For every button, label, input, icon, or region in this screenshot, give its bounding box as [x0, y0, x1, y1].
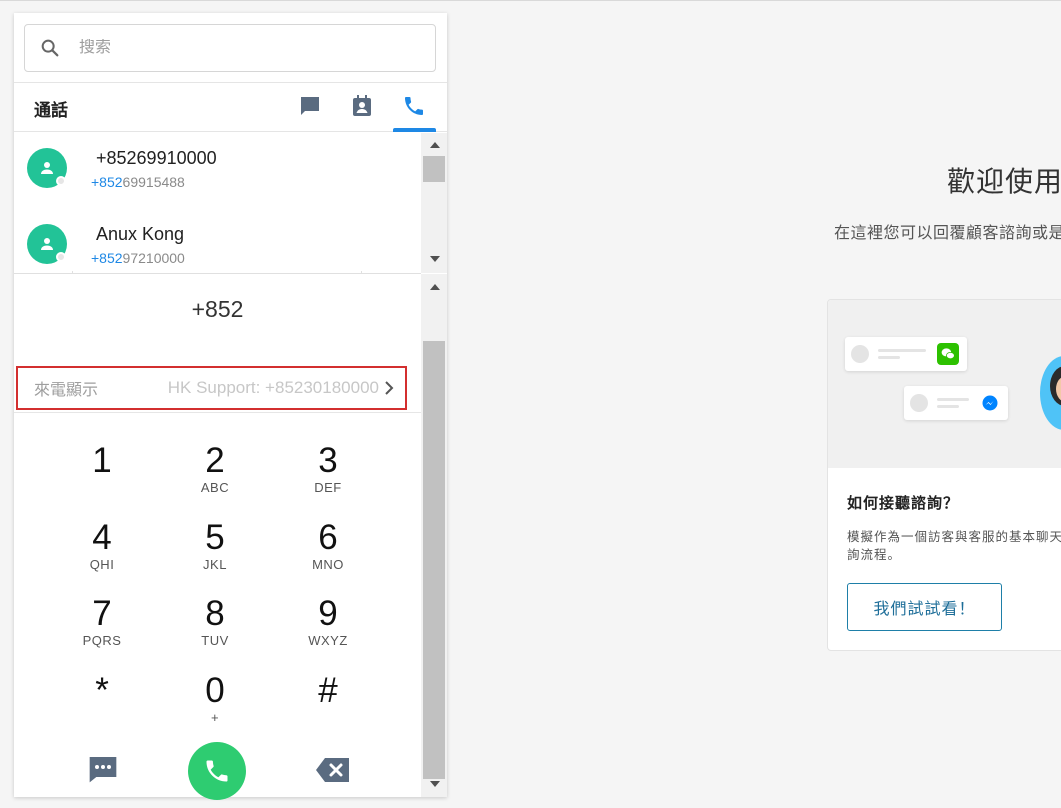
bubble-line — [937, 405, 959, 408]
caller-id-selector[interactable]: 來電顯示 HK Support: +85230180000 — [16, 366, 407, 410]
active-tab-indicator — [393, 128, 436, 132]
phone-number: 97210000 — [122, 250, 185, 266]
key-6[interactable]: 6 MNO — [288, 519, 368, 585]
search-box[interactable] — [24, 24, 436, 72]
scroll-up-icon[interactable] — [430, 142, 440, 148]
chevron-right-icon — [383, 380, 395, 401]
phone-panel: 通話 +85269910000 +85269915488 Anux Kong — [14, 13, 447, 800]
welcome-subtitle: 在這裡您可以回覆顧客諮詢或是 — [834, 225, 1061, 242]
top-border — [0, 0, 1061, 1]
bubble-line — [937, 398, 969, 401]
chat-icon[interactable] — [297, 93, 323, 119]
key-9[interactable]: 9 WXYZ — [288, 595, 368, 661]
divider — [14, 412, 421, 413]
key-letters: WXYZ — [308, 633, 348, 648]
key-letters: DEF — [314, 480, 342, 495]
contacts-icon[interactable] — [349, 93, 375, 119]
backspace-button[interactable] — [314, 756, 352, 784]
key-3[interactable]: 3 DEF — [288, 442, 368, 508]
sms-button[interactable] — [86, 754, 120, 784]
key-digit: 2 — [205, 441, 225, 480]
key-letters: TUV — [201, 633, 229, 648]
card-description: 模擬作為一個訪客與客服的基本聊天諮詢流程。 — [847, 530, 1061, 562]
contact-name: Anux Kong — [96, 224, 185, 244]
bubble-line — [878, 356, 900, 359]
scroll-up-icon[interactable] — [430, 284, 440, 290]
bubble-avatar — [851, 345, 869, 363]
contact-list: +85269910000 +85269915488 Anux Kong +852… — [14, 133, 421, 273]
call-button[interactable] — [188, 742, 246, 800]
scroll-down-icon[interactable] — [430, 781, 440, 787]
dial-number-display[interactable]: +852 — [14, 296, 421, 323]
key-5[interactable]: 5 JKL — [175, 519, 255, 585]
key-digit: 6 — [318, 518, 338, 557]
key-digit: 5 — [205, 518, 225, 557]
key-letters: JKL — [203, 557, 227, 572]
key-digit: 9 — [318, 594, 338, 633]
country-code: +852 — [91, 250, 123, 266]
presence-dot — [56, 252, 66, 262]
phone-icon — [206, 760, 228, 782]
sms-icon — [89, 757, 117, 783]
search-input[interactable] — [79, 39, 399, 57]
search-icon — [41, 39, 59, 57]
backspace-icon — [316, 758, 349, 782]
contact-phone: +85269915488 — [91, 174, 185, 190]
key-2[interactable]: 2 ABC — [175, 442, 255, 508]
key-letters: PQRS — [82, 633, 122, 648]
tutorial-card: 如何接聽諮詢？ 模擬作為一個訪客與客服的基本聊天諮詢流程。 我們試試看！ — [827, 299, 1061, 651]
key-4[interactable]: 4 QHI — [62, 519, 142, 585]
key-digit: * — [95, 671, 109, 710]
bubble-line — [878, 349, 926, 352]
key-letters: MNO — [312, 557, 344, 572]
caller-id-value: HK Support: +85230180000 — [167, 378, 379, 397]
key-digit: # — [318, 671, 338, 710]
caller-id-label: 來電顯示 — [34, 382, 99, 399]
scrollbar-thumb[interactable] — [423, 341, 445, 779]
scroll-down-icon[interactable] — [430, 256, 440, 262]
messenger-icon — [982, 395, 998, 411]
dialer: +852 來電顯示 HK Support: +85230180000 1 2 AB… — [14, 274, 421, 800]
welcome-title: 歡迎使用 — [947, 166, 1061, 197]
person-icon — [41, 238, 53, 250]
key-digit: 0 — [205, 671, 225, 710]
key-star[interactable]: * — [62, 672, 142, 738]
person-icon — [41, 162, 53, 174]
key-7[interactable]: 7 PQRS — [62, 595, 142, 661]
contact-phone: +85297210000 — [91, 250, 185, 266]
key-digit: 4 — [92, 518, 112, 557]
phone-icon[interactable] — [401, 93, 427, 119]
key-letters: QHI — [89, 557, 115, 572]
chat-bubble — [904, 386, 1008, 420]
try-it-button[interactable]: 我們試試看！ — [847, 583, 1002, 631]
dialer-scrollbar[interactable] — [421, 274, 447, 797]
country-code: +852 — [91, 174, 123, 190]
key-hash[interactable]: # — [288, 672, 368, 738]
phone-number: 69915488 — [122, 174, 185, 190]
presence-dot — [56, 176, 66, 186]
key-digit: 1 — [92, 441, 112, 480]
key-digit: 3 — [318, 441, 338, 480]
list-item[interactable]: Anux Kong +85297210000 — [14, 209, 421, 273]
key-letters: + — [210, 710, 220, 725]
contact-name: +85269910000 — [96, 148, 217, 168]
contact-list-scrollbar[interactable] — [421, 133, 447, 273]
scrollbar-thumb[interactable] — [423, 156, 445, 182]
key-1[interactable]: 1 — [62, 442, 142, 508]
key-digit: 7 — [92, 594, 112, 633]
page-title: 通話 — [34, 101, 68, 120]
key-digit: 8 — [205, 594, 225, 633]
card-title: 如何接聽諮詢？ — [847, 495, 960, 512]
chat-illustration — [828, 300, 1061, 468]
key-letters: ABC — [200, 480, 230, 495]
wechat-icon — [937, 343, 959, 365]
chat-bubble — [845, 337, 967, 371]
key-8[interactable]: 8 TUV — [175, 595, 255, 661]
key-0[interactable]: 0 + — [175, 672, 255, 738]
bubble-avatar — [910, 394, 928, 412]
tab-bar: 通話 — [14, 82, 447, 132]
list-item[interactable]: +85269910000 +85269915488 — [14, 133, 421, 209]
